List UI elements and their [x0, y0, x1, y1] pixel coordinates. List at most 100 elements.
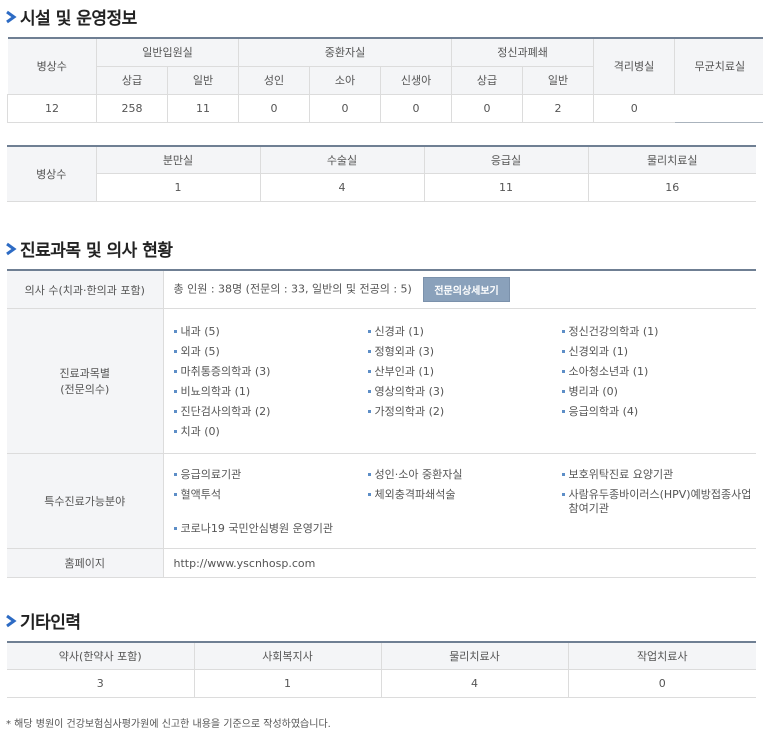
chevron-right-icon: [4, 613, 18, 629]
subject-item: 병리과 (0): [561, 385, 752, 399]
subject-text: 치과 (0): [180, 425, 220, 438]
staff-value: 0: [567, 668, 756, 699]
special-text: 보호위탁진료 요양기관: [568, 468, 674, 481]
rooms-value: 11: [423, 172, 589, 203]
subject-text: 정신건강의학과 (1): [568, 325, 659, 338]
bullet-icon: [561, 473, 565, 476]
bullet-icon: [561, 410, 565, 413]
subject-text: 내과 (5): [180, 325, 220, 338]
subject-item: 비뇨의학과 (1): [173, 385, 368, 399]
staff-header: 약사(한약사 포함): [7, 641, 195, 670]
special-item: 성인·소아 중환자실: [367, 468, 562, 482]
subject-text: 영상의학과 (3): [374, 385, 445, 398]
subject-text: 응급의학과 (4): [568, 405, 639, 418]
subject-item: 진단검사의학과 (2): [173, 405, 368, 419]
subject-item: 산부인과 (1): [367, 365, 562, 379]
special-text: 사람유두종바이러스(HPV)예방접종사업 참여기관: [568, 488, 752, 515]
subject-item: 마취통증의학과 (3): [173, 365, 368, 379]
special-text: 성인·소아 중환자실: [374, 468, 463, 481]
subject-item: 신경과 (1): [367, 325, 562, 339]
subject-item: 소아청소년과 (1): [561, 365, 752, 379]
subject-text: 가정의학과 (2): [374, 405, 445, 418]
homepage-link[interactable]: http://www.yscnhosp.com: [174, 557, 316, 570]
subject-text: 신경과 (1): [374, 325, 424, 338]
special-item: 응급의료기관: [173, 468, 368, 482]
beds-value: 0: [451, 93, 524, 123]
doctors-title-text: 진료과목 및 의사 현황: [20, 241, 173, 261]
rooms-header: 분만실: [95, 145, 261, 174]
bullet-icon: [367, 390, 371, 393]
subject-text: 정형외과 (3): [374, 345, 435, 358]
subject-item: 응급의학과 (4): [561, 405, 752, 419]
subject-item: 정신건강의학과 (1): [561, 325, 752, 339]
chevron-right-icon: [4, 241, 18, 257]
doctor-count-label: 의사 수(치과·한의과 포함): [7, 269, 164, 309]
bullet-icon: [173, 473, 177, 476]
subject-item: 치과 (0): [173, 425, 368, 439]
beds-group-header: 정신과폐쇄: [451, 37, 595, 67]
beds-row-label: 병상수: [7, 37, 97, 95]
beds-sub-header: 소아: [309, 65, 382, 95]
chevron-right-icon: [4, 9, 18, 25]
subjects-label-line2: (전문의수): [60, 383, 110, 396]
bullet-icon: [561, 370, 565, 373]
bullet-icon: [561, 390, 565, 393]
subject-item: 정형외과 (3): [367, 345, 562, 359]
rooms-value: 1: [96, 172, 261, 203]
subject-text: 신경외과 (1): [568, 345, 629, 358]
beds-value: 2: [522, 93, 595, 123]
staff-title-text: 기타인력: [20, 613, 81, 633]
beds-value: 0: [238, 93, 311, 123]
subject-item: 내과 (5): [173, 325, 368, 339]
beds-value: 11: [166, 93, 240, 123]
special-care-list: 응급의료기관 성인·소아 중환자실 보호위탁진료 요양기관 혈액투석 체외충격파…: [164, 458, 757, 544]
rooms-table: 병상수 분만실 수술실 응급실 물리치료실 1 4 11 16: [7, 145, 756, 203]
subject-text: 비뇨의학과 (1): [180, 385, 251, 398]
rooms-header: 물리치료실: [587, 145, 756, 174]
staff-value: 1: [193, 668, 382, 699]
specialist-detail-button[interactable]: 전문의상세보기: [423, 277, 510, 302]
bullet-icon: [367, 370, 371, 373]
staff-section-title: 기타인력: [4, 608, 81, 633]
special-text: 응급의료기관: [180, 468, 242, 481]
doctor-count-text: 총 인원 : 38명 (전문의 : 33, 일반의 및 전공의 : 5): [173, 282, 412, 296]
facilities-section-title: 시설 및 운영정보: [4, 4, 137, 29]
special-item: 혈액투석: [173, 488, 368, 516]
doctors-section-title: 진료과목 및 의사 현황: [4, 236, 173, 261]
special-text: 코로나19 국민안심병원 운영기관: [180, 522, 334, 535]
beds-group-header: 격리병실: [593, 37, 676, 95]
subject-text: 외과 (5): [180, 345, 220, 358]
bullet-icon: [173, 493, 177, 496]
special-text: 혈액투석: [180, 488, 221, 501]
bullet-icon: [561, 350, 565, 353]
subject-item: 외과 (5): [173, 345, 368, 359]
beds-sub-header: 일반: [522, 65, 594, 95]
subjects-list: 내과 (5) 신경과 (1) 정신건강의학과 (1) 외과 (5) 정형외과 (…: [164, 315, 757, 447]
beds-value: 12: [7, 93, 97, 123]
bullet-icon: [173, 350, 177, 353]
bullet-icon: [173, 330, 177, 333]
subject-text: 진단검사의학과 (2): [180, 405, 271, 418]
beds-table: 병상수 일반입원실 중환자실 정신과폐쇄 격리병실 무균치료실 상급 일반 성인…: [7, 37, 763, 123]
rooms-header: 응급실: [423, 145, 589, 174]
special-item: 체외충격파쇄석술: [367, 488, 562, 516]
subjects-label: 진료과목별 (전문의수): [7, 308, 164, 454]
rooms-row-label: 병상수: [7, 145, 97, 202]
staff-header: 사회복지사: [193, 641, 382, 670]
bullet-icon: [367, 350, 371, 353]
bullet-icon: [561, 493, 565, 496]
beds-group-header: 무균치료실: [674, 37, 763, 95]
bullet-icon: [173, 527, 177, 530]
bullet-icon: [367, 473, 371, 476]
beds-value: 0: [593, 93, 675, 123]
beds-sub-header: 상급: [96, 65, 168, 95]
special-text: 체외충격파쇄석술: [374, 488, 456, 501]
staff-header: 작업치료사: [567, 641, 756, 670]
bullet-icon: [367, 330, 371, 333]
beds-sub-header: 성인: [238, 65, 311, 95]
beds-sub-header: 일반: [166, 65, 240, 95]
subject-text: 병리과 (0): [568, 385, 618, 398]
bullet-icon: [367, 493, 371, 496]
staff-header: 물리치료사: [380, 641, 569, 670]
subject-item: 영상의학과 (3): [367, 385, 562, 399]
